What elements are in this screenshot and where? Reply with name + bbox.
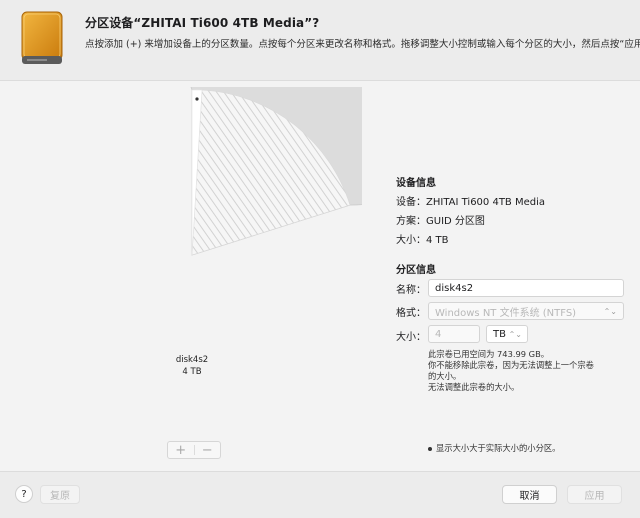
chevron-updown-icon: ⌃⌄ [508, 329, 522, 339]
size-input[interactable]: 4 [428, 325, 480, 343]
name-label: 名称： [396, 285, 426, 296]
size-label: 大小： [396, 332, 426, 343]
legend-text: 显示大小大于实际大小的小分区。 [436, 443, 561, 453]
remove-note-line2: 的大小。 [428, 371, 462, 381]
device-info-title: 设备信息 [396, 178, 436, 189]
add-remove-control: + − [167, 441, 221, 459]
format-select-value: Windows NT 文件系统 (NTFS) [435, 307, 577, 319]
apply-button[interactable]: 应用 [567, 485, 622, 504]
size-unit-value: TB [493, 328, 506, 340]
external-drive-icon [21, 11, 63, 64]
partition-name-input[interactable]: disk4s2 [428, 279, 624, 297]
legend-dot-icon [428, 446, 432, 451]
device-size-row: 大小：4 TB [396, 235, 449, 246]
device-name-row: 设备：ZHITAI Ti600 4TB Media [396, 197, 546, 208]
chevron-updown-icon: ⌃⌄ [603, 306, 617, 316]
scheme-row: 方案：GUID 分区图 [396, 216, 485, 227]
dialog-instructions: 点按添加 (+) 来增加设备上的分区数量。点按每个分区来更改名称和格式。拖移调整… [85, 39, 640, 50]
format-select[interactable]: Windows NT 文件系统 (NTFS) ⌃⌄ [428, 302, 624, 320]
resize-note: 无法调整此宗卷的大小。 [428, 382, 520, 392]
pie-partition-name: disk4s2 [175, 355, 209, 365]
remove-note-line1: 你不能移除此宗卷，因为无法调整上一个宗卷 [428, 360, 594, 370]
help-button[interactable]: ? [15, 485, 33, 503]
remove-partition-button[interactable]: − [195, 442, 221, 458]
size-unit-select[interactable]: TB ⌃⌄ [486, 325, 528, 343]
dialog-title: 分区设备“ZHITAI Ti600 4TB Media”? [85, 16, 320, 30]
pie-partition-size: 4 TB [182, 367, 202, 377]
format-label: 格式： [396, 308, 426, 319]
partition-info-title: 分区信息 [396, 265, 436, 276]
used-space-note: 此宗卷已用空间为 743.99 GB。 [428, 349, 550, 359]
cancel-button[interactable]: 取消 [502, 485, 557, 504]
dialog-header: 分区设备“ZHITAI Ti600 4TB Media”? 点按添加 (+) 来… [0, 0, 640, 76]
small-partition-marker [195, 97, 199, 101]
add-partition-button[interactable]: + [168, 442, 194, 458]
small-partition-legend: 显示大小大于实际大小的小分区。 [428, 443, 560, 455]
revert-button[interactable]: 复原 [40, 485, 80, 504]
